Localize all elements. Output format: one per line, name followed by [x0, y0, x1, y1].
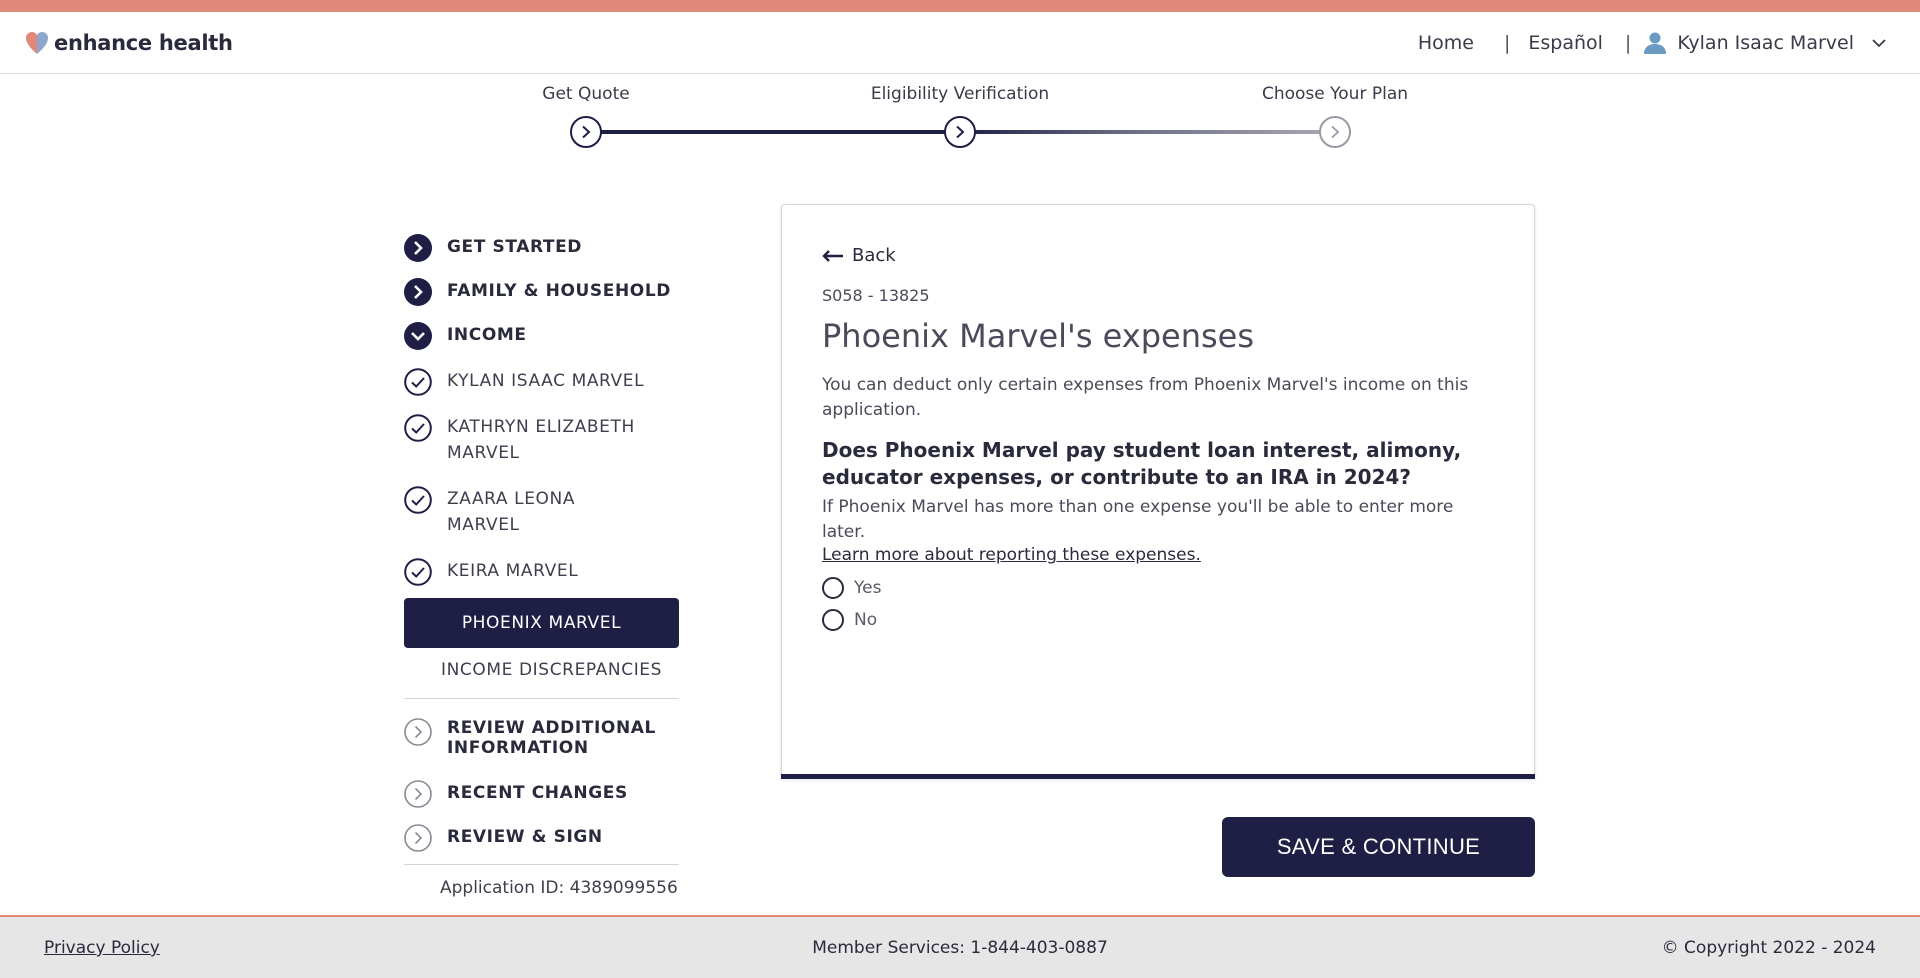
page-title: Phoenix Marvel's expenses — [822, 317, 1255, 355]
copyright-notice: © Copyright 2022 - 2024 — [1661, 938, 1876, 958]
sidebar-item-income[interactable]: INCOME — [404, 322, 527, 350]
sidebar-item-label: REVIEW ADDITIONAL INFORMATION — [447, 718, 656, 758]
step-circle-eligibility — [944, 116, 976, 148]
sidebar-item-label: ZAARA LEONA MARVEL — [447, 489, 576, 535]
chevron-right-icon — [582, 125, 591, 139]
top-accent-stripe — [0, 0, 1920, 12]
brand-name: enhance health — [54, 31, 233, 55]
chevron-right-outline-icon — [404, 824, 432, 852]
nav-separator: | — [1624, 32, 1632, 54]
sidebar-item-income-discrepancies[interactable]: INCOME DISCREPANCIES — [441, 660, 662, 680]
sidebar-item-get-started[interactable]: GET STARTED — [404, 234, 582, 262]
radio-button[interactable] — [822, 609, 844, 631]
application-id: Application ID: 4389099556 — [440, 878, 678, 898]
top-nav: Home | Español | Kylan Isaac Marvel — [1418, 31, 1886, 55]
progress-line-pending — [960, 130, 1335, 134]
save-continue-button[interactable]: SAVE & CONTINUE — [1222, 817, 1535, 877]
heart-logo-icon — [26, 32, 48, 54]
progress-line-complete — [586, 130, 960, 134]
sidebar-item-recent-changes[interactable]: RECENT CHANGES — [404, 780, 628, 808]
check-circle-icon — [404, 414, 432, 442]
sidebar-item-label: INCOME — [447, 325, 527, 345]
site-footer: Privacy Policy Member Services: 1-844-40… — [0, 915, 1920, 978]
card-bottom-bar — [781, 774, 1535, 779]
user-avatar-icon — [1644, 32, 1667, 54]
step-circle-get-quote — [570, 116, 602, 148]
radio-option-yes[interactable]: Yes — [822, 577, 881, 599]
radio-button[interactable] — [822, 577, 844, 599]
sidebar-item-label: KATHRYN ELIZABETH MARVEL — [447, 417, 635, 463]
step-label-eligibility: Eligibility Verification — [870, 84, 1050, 104]
sidebar-item-label: RECENT CHANGES — [447, 783, 628, 803]
chevron-right-filled-icon — [404, 234, 432, 262]
user-menu[interactable]: Kylan Isaac Marvel — [1643, 31, 1886, 55]
sidebar-item-kathryn[interactable]: KATHRYN ELIZABETH MARVEL — [404, 414, 680, 466]
back-link[interactable]: Back — [822, 245, 896, 266]
user-name: Kylan Isaac Marvel — [1677, 32, 1854, 54]
sidebar-item-label: KEIRA MARVEL — [447, 561, 579, 581]
chevron-right-filled-icon — [404, 278, 432, 306]
expenses-question-card: Back S058 - 13825 Phoenix Marvel's expen… — [781, 204, 1535, 779]
check-circle-icon — [404, 558, 432, 586]
sidebar-item-label: REVIEW & SIGN — [447, 827, 603, 847]
radio-option-no[interactable]: No — [822, 609, 877, 631]
chevron-down-filled-icon — [404, 322, 432, 350]
sidebar-item-review-additional[interactable]: REVIEW ADDITIONAL INFORMATION — [404, 718, 680, 758]
sidebar-item-zaara[interactable]: ZAARA LEONA MARVEL — [404, 486, 680, 538]
nav-separator: | — [1503, 32, 1511, 54]
sidebar-item-label: FAMILY & HOUSEHOLD — [447, 281, 671, 301]
screen-code: S058 - 13825 — [822, 286, 930, 305]
language-toggle-link[interactable]: Español — [1528, 32, 1603, 54]
sidebar-divider — [404, 864, 679, 865]
site-header: enhance health Home | Español | Kylan Is… — [0, 12, 1920, 74]
chevron-right-icon — [956, 125, 965, 139]
question-hint: If Phoenix Marvel has more than one expe… — [822, 497, 1454, 542]
back-label: Back — [852, 245, 896, 266]
sidebar-item-family-household[interactable]: FAMILY & HOUSEHOLD — [404, 278, 671, 306]
sidebar-item-label: GET STARTED — [447, 237, 583, 257]
page-description: You can deduct only certain expenses fro… — [822, 375, 1469, 420]
sidebar-item-review-sign[interactable]: REVIEW & SIGN — [404, 824, 603, 852]
arrow-left-icon — [822, 249, 843, 262]
radio-label: Yes — [854, 578, 882, 598]
step-circle-choose-plan — [1319, 116, 1351, 148]
member-services-phone: Member Services: 1-844-403-0887 — [812, 938, 1108, 958]
sidebar-item-label: KYLAN ISAAC MARVEL — [447, 371, 645, 391]
sidebar-item-kylan[interactable]: KYLAN ISAAC MARVEL — [404, 368, 644, 396]
home-link[interactable]: Home — [1418, 32, 1474, 54]
learn-more-link[interactable]: Learn more about reporting these expense… — [822, 545, 1201, 565]
check-circle-icon — [404, 486, 432, 514]
expenses-question: Does Phoenix Marvel pay student loan int… — [822, 438, 1462, 489]
chevron-right-outline-icon — [404, 718, 432, 746]
check-circle-icon — [404, 368, 432, 396]
radio-label: No — [854, 610, 878, 630]
chevron-right-icon — [1331, 125, 1340, 139]
sidebar-item-keira[interactable]: KEIRA MARVEL — [404, 558, 578, 586]
step-label-choose-plan: Choose Your Plan — [1261, 84, 1409, 104]
chevron-down-icon — [1872, 39, 1886, 48]
sidebar-item-phoenix-active[interactable]: PHOENIX MARVEL — [404, 598, 679, 648]
step-label-get-quote: Get Quote — [542, 84, 630, 104]
chevron-right-outline-icon — [404, 780, 432, 808]
brand-logo[interactable]: enhance health — [24, 30, 233, 56]
sidebar-divider — [404, 698, 679, 699]
